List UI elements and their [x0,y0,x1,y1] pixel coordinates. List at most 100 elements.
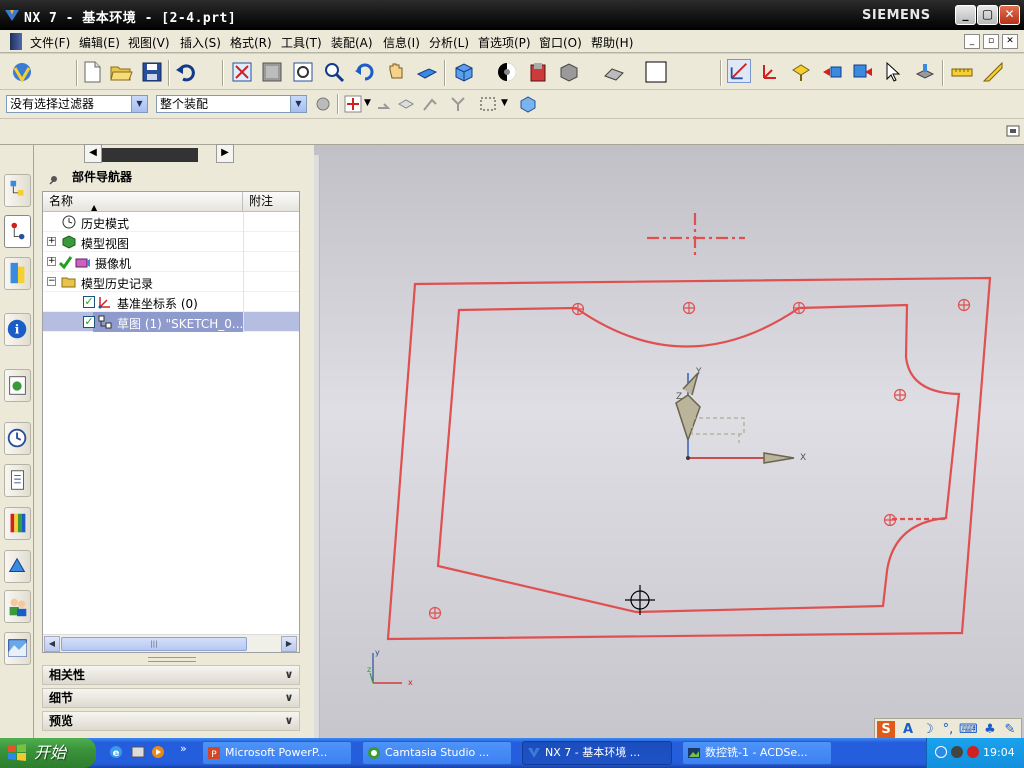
tree-horizontal-scrollbar[interactable]: ◀ ||| ▶ [43,634,299,652]
tree-row[interactable]: + 摄像机 [43,252,299,272]
tree-row[interactable]: 历史模式 [43,212,299,232]
menu-insert[interactable]: 插入(S) [180,34,221,51]
scroll-left-button[interactable]: ◀ [84,144,102,163]
select-face-icon[interactable] [396,94,416,114]
roles-tab[interactable] [4,590,31,623]
input-mode-icon[interactable]: A [899,721,917,739]
snap-dropdown-icon[interactable]: ▼ [364,98,371,108]
checkbox[interactable]: ✓ [83,316,95,328]
snap-point-icon[interactable] [343,94,363,114]
sketch-canvas[interactable]: X Y Z x y z [314,145,1024,738]
column-header-name[interactable]: 名称 ▲ [43,192,243,212]
close-button[interactable]: ✕ [999,5,1020,25]
graphics-window[interactable]: X Y Z x y z [314,145,1024,738]
roles-palette-tab[interactable] [4,507,31,540]
rotate-icon[interactable] [353,60,377,84]
select-solid-icon[interactable] [518,94,538,114]
pan-icon[interactable] [384,60,408,84]
menu-window[interactable]: 窗口(O) [539,34,582,51]
orient-view-icon[interactable] [452,60,476,84]
scroll-right-icon[interactable]: ▶ [281,636,297,652]
rectangle-select-icon[interactable] [478,94,498,114]
start-icon[interactable] [10,60,34,84]
menu-edit[interactable]: 编辑(E) [79,34,120,51]
doc-close-button[interactable]: ✕ [1002,34,1018,49]
task-acdsee[interactable]: 数控铣-1 - ACDSe... [682,741,832,765]
menu-format[interactable]: 格式(R) [230,34,272,51]
tree-row[interactable]: ✓ 基准坐标系 (0) [43,292,299,312]
scroll-right-button[interactable]: ▶ [216,144,234,163]
menu-analysis[interactable]: 分析(L) [429,34,469,51]
menu-file[interactable]: 文件(F) [30,34,70,51]
tree-row[interactable]: − 模型历史记录 [43,272,299,292]
zoom-area-icon[interactable] [291,60,315,84]
skin-icon[interactable]: ♣ [981,721,999,739]
expand-icon[interactable]: + [47,257,56,266]
sketch-icon[interactable] [727,59,751,83]
render-style-icon[interactable] [495,60,519,84]
datum-csys-tool-icon[interactable] [758,60,782,84]
select-feature-icon[interactable] [420,94,440,114]
reuse-library-tab[interactable] [4,257,31,290]
assembly-navigator-tab[interactable] [4,174,31,207]
menu-preferences[interactable]: 首选项(P) [478,34,531,51]
tree-row[interactable]: + 模型视图 [43,232,299,252]
task-nx[interactable]: NX 7 - 基本环境 ... [522,741,672,765]
assembly-scope-select[interactable]: 整个装配 ▼ [156,95,307,113]
pin-icon[interactable] [48,171,60,185]
minimize-button[interactable]: _ [955,5,976,25]
snap-arrow-icon[interactable] [374,94,392,114]
open-folder-icon[interactable] [109,60,133,84]
edit-object-icon[interactable] [913,60,937,84]
panel-splitter[interactable] [148,657,196,662]
filter-settings-icon[interactable] [313,94,333,114]
extrude-icon[interactable] [820,60,844,84]
sogou-ime-icon[interactable]: S [877,721,895,739]
background-icon[interactable] [557,60,581,84]
visualization-tab[interactable] [4,632,31,665]
ruler-icon[interactable] [981,60,1005,84]
panel-scroll-thumb[interactable] [102,148,198,162]
volume-icon[interactable] [951,746,963,758]
rectangle-dropdown-icon[interactable]: ▼ [501,98,508,108]
clock[interactable]: 19:04 [983,746,1015,759]
menu-info[interactable]: 信息(I) [383,34,420,51]
punctuation-icon[interactable]: °, [939,721,957,739]
info-tab[interactable]: i [4,313,31,346]
expand-icon[interactable]: + [47,237,56,246]
part-navigator-tab[interactable] [4,215,31,248]
select-body-icon[interactable] [448,94,468,114]
menu-tools[interactable]: 工具(T) [281,34,322,51]
keyboard-icon[interactable]: ⌨ [959,721,978,739]
doc-restore-button[interactable]: ▫ [983,34,999,49]
system-materials-tab[interactable] [4,550,31,583]
show-desktop-icon[interactable] [130,744,146,760]
wrench-icon[interactable]: ✎ [1001,721,1019,739]
quicklaunch-more-icon[interactable]: » [180,742,196,758]
windows-start-button[interactable]: 开始 [0,738,96,768]
record-icon[interactable] [967,746,979,758]
section-preview[interactable]: 预览 ∨ [42,711,300,731]
scrollbar-thumb[interactable]: ||| [61,637,247,651]
maximize-button[interactable]: ▢ [977,5,998,25]
tree-row-selected[interactable]: ✓ 草图 (1) "SKETCH_0... [43,312,299,332]
media-player-icon[interactable] [150,744,166,760]
process-studio-tab[interactable] [4,464,31,497]
perspective-icon[interactable] [415,60,439,84]
ie-icon[interactable]: e [108,744,124,760]
zoom-window-icon[interactable] [260,60,284,84]
column-header-attach[interactable]: 附注 [243,192,299,211]
edge-style-icon[interactable] [602,60,626,84]
menu-view[interactable]: 视图(V) [128,34,170,51]
menu-help[interactable]: 帮助(H) [591,34,633,51]
doc-minimize-button[interactable]: _ [964,34,980,49]
task-powerpoint[interactable]: P Microsoft PowerP... [202,741,352,765]
measure-icon[interactable] [950,60,974,84]
new-file-icon[interactable] [80,60,104,84]
select-icon[interactable] [882,60,906,84]
menu-assembly[interactable]: 装配(A) [331,34,373,51]
feature-icon[interactable] [789,60,813,84]
zoom-icon[interactable] [322,60,346,84]
undo-icon[interactable] [174,60,198,84]
moon-icon[interactable]: ☽ [919,721,937,739]
